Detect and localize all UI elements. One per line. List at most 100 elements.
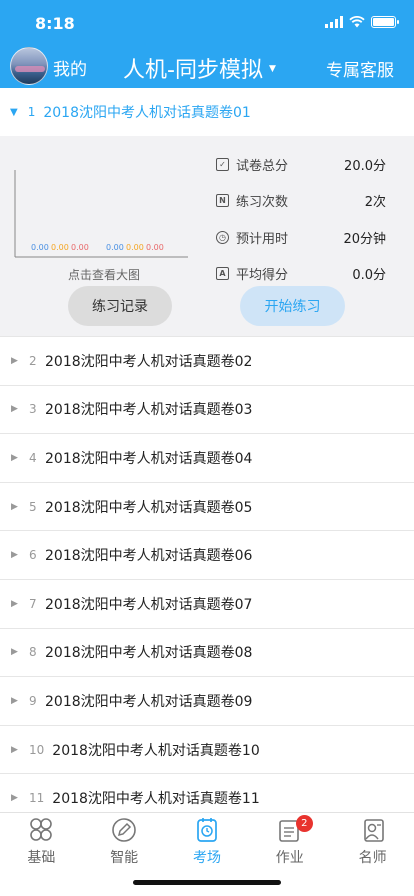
a-box-icon: A [216,267,229,281]
stat-label: 试卷总分 [236,158,289,174]
stat-estimated-time: ◷ 预计用时 20分钟 [216,219,386,256]
tab-label: 基础 [27,850,56,866]
item-title: 2018沈阳中考人机对话真题卷07 [45,596,253,613]
avatar[interactable] [10,47,48,85]
chart-label: 0.00 [71,243,89,252]
nav-mine-link[interactable]: 我的 [53,55,87,80]
list-item[interactable]: ▶ 10 2018沈阳中考人机对话真题卷10 [0,724,414,774]
item-title: 2018沈阳中考人机对话真题卷04 [45,450,253,467]
triangle-down-icon: ▼ [10,106,18,118]
item-number: 4 [29,450,37,465]
practice-records-button[interactable]: 练习记录 [68,286,172,326]
exam-clock-icon [193,817,221,843]
item-title: 2018沈阳中考人机对话真题卷11 [52,791,260,808]
clipboard-icon: 2 [276,815,313,843]
item-title: 2018沈阳中考人机对话真题卷08 [45,645,253,662]
item-title: 2018沈阳中考人机对话真题卷03 [45,402,253,419]
nav-title-text: 人机-同步模拟 [123,58,263,83]
list-item[interactable]: ▶ 3 2018沈阳中考人机对话真题卷03 [0,384,414,434]
item-number: 7 [29,596,37,611]
stat-label: 练习次数 [236,195,289,211]
item-title: 2018沈阳中考人机对话真题卷02 [45,353,253,370]
tab-label: 智能 [110,850,139,866]
chart-label: 0.00 [31,243,49,252]
nav-title-dropdown[interactable]: 人机-同步模拟 ▼ [123,52,276,84]
exam-row-expanded[interactable]: ▼ 1 2018沈阳中考人机对话真题卷01 [0,88,414,136]
stat-value: 20分钟 [343,231,386,247]
exam-number: 1 [27,105,36,119]
triangle-right-icon: ▶ [11,404,18,415]
item-number: 9 [29,693,37,708]
status-icons [325,15,399,29]
pencil-circle-icon [110,817,138,843]
triangle-right-icon: ▶ [11,550,18,561]
n-box-icon: N [216,194,229,208]
tab-label: 考场 [192,850,221,866]
cellular-icon [325,16,343,28]
tab-label: 作业 [275,850,304,866]
item-number: 5 [29,499,37,514]
item-number: 6 [29,548,37,563]
chart-label: 0.00 [106,243,124,252]
tab-basics[interactable]: 基础 [0,813,83,869]
stat-value: 2次 [364,195,386,211]
homework-badge: 2 [295,815,313,832]
list-item[interactable]: ▶ 5 2018沈阳中考人机对话真题卷05 [0,481,414,531]
list-item[interactable]: ▶ 9 2018沈阳中考人机对话真题卷09 [0,676,414,725]
item-number: 11 [29,791,45,806]
tab-teachers[interactable]: 名师 [331,813,414,869]
triangle-right-icon: ▶ [11,647,18,658]
expanded-exam-panel: ▼ 1 2018沈阳中考人机对话真题卷01 0.00 0.00 0.00 0.0… [0,88,414,336]
stat-label: 预计用时 [236,231,289,247]
clock-icon: ◷ [216,230,229,244]
chart-caption[interactable]: 点击查看大图 [68,266,140,283]
tab-label: 名师 [358,850,387,866]
list-item[interactable]: ▶ 2 2018沈阳中考人机对话真题卷02 [0,336,414,385]
stat-practice-count: N 练习次数 2次 [216,183,386,220]
chart-label: 0.00 [126,243,144,252]
stat-total-score: ✓ 试卷总分 20.0分 [216,146,386,183]
stat-value: 0.0分 [352,268,386,284]
chart-label: 0.00 [146,243,164,252]
tab-smart[interactable]: 智能 [83,813,166,869]
list-item[interactable]: ▶ 8 2018沈阳中考人机对话真题卷08 [0,627,414,677]
triangle-right-icon: ▶ [11,355,18,366]
item-title: 2018沈阳中考人机对话真题卷06 [45,548,253,565]
score-chart[interactable]: 0.00 0.00 0.00 0.00 0.00 0.00 [14,170,188,264]
triangle-right-icon: ▶ [11,744,18,755]
list-item[interactable]: ▶ 6 2018沈阳中考人机对话真题卷06 [0,530,414,579]
check-box-icon: ✓ [216,157,229,171]
tab-exam[interactable]: 考场 [166,813,249,869]
nav-bar: 我的 人机-同步模拟 ▼ 专属客服 [0,44,414,88]
list-item[interactable]: ▶ 4 2018沈阳中考人机对话真题卷04 [0,433,414,482]
home-indicator[interactable] [133,880,281,885]
exam-title: 2018沈阳中考人机对话真题卷01 [43,105,251,121]
tab-homework[interactable]: 2 作业 [248,813,331,869]
triangle-right-icon: ▶ [11,793,18,804]
item-number: 2 [29,353,37,368]
exam-list: ▶ 2 2018沈阳中考人机对话真题卷02 ▶ 3 2018沈阳中考人机对话真题卷03 … [0,336,414,822]
item-number: 3 [29,402,37,417]
list-item[interactable]: ▶ 7 2018沈阳中考人机对话真题卷07 [0,578,414,628]
exam-stats: ✓ 试卷总分 20.0分 N 练习次数 2次 ◷ 预计用时 20分钟 A 平均得… [216,146,386,292]
chart-label: 0.00 [51,243,69,252]
status-time: 8:18 [35,14,75,33]
triangle-right-icon: ▶ [11,452,18,463]
item-title: 2018沈阳中考人机对话真题卷05 [45,499,253,516]
item-number: 8 [29,645,37,660]
teacher-icon [359,817,387,843]
triangle-right-icon: ▶ [11,501,18,512]
triangle-right-icon: ▶ [11,695,18,706]
battery-icon [371,16,399,28]
status-bar: 8:18 [0,0,414,44]
start-practice-button[interactable]: 开始练习 [240,286,345,326]
customer-service-link[interactable]: 专属客服 [326,56,394,81]
item-number: 10 [29,742,45,757]
item-title: 2018沈阳中考人机对话真题卷09 [45,693,253,710]
stat-value: 20.0分 [344,158,386,174]
clover-icon [27,817,55,843]
item-title: 2018沈阳中考人机对话真题卷10 [52,742,260,759]
caret-down-icon: ▼ [268,64,276,74]
triangle-right-icon: ▶ [11,598,18,609]
stat-label: 平均得分 [236,268,289,284]
